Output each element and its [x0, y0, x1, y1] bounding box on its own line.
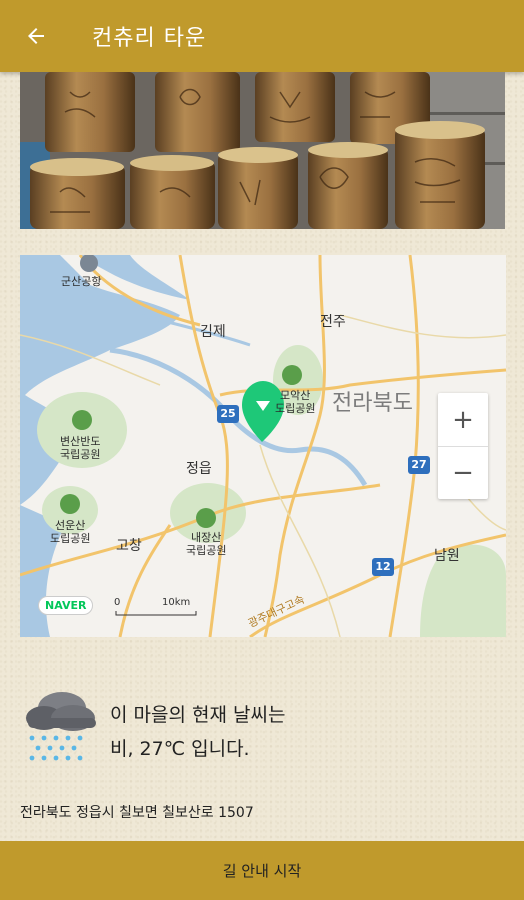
map-label-namwon: 남원 [434, 548, 460, 564]
map-label-jeonju: 전주 [320, 314, 346, 330]
back-button[interactable] [18, 18, 54, 54]
map-label-gochang: 고창 [116, 538, 142, 554]
map-label-jeongeup: 정읍 [186, 461, 212, 477]
map-label-moaksan: 모악산 도립공원 [275, 389, 316, 415]
road-shield-25: 25 [220, 407, 236, 420]
weather-description: 이 마을의 현재 날씨는 비, 27℃ 입니다. [110, 698, 285, 766]
naver-logo[interactable]: NAVER [38, 596, 94, 615]
weather-line-2: 비, 27℃ 입니다. [110, 738, 250, 760]
town-photo [20, 72, 505, 229]
map-scale: 0 10km [114, 597, 196, 609]
map-label-airport: 군산공항 [61, 275, 102, 288]
zoom-out-button[interactable]: − [438, 446, 488, 499]
arrow-left-icon [28, 28, 44, 44]
map-label-seonunsan: 선운산 도립공원 [50, 519, 91, 545]
zoom-control: + − [438, 393, 488, 499]
zoom-in-button[interactable]: + [438, 393, 488, 446]
map-view[interactable]: 군산공항 김제 전주 전라북도 모악산 도립공원 변산반도 국립공원 정읍 선운… [20, 255, 506, 637]
address-text: 전라북도 정읍시 칠보면 칠보산로 1507 [20, 805, 254, 821]
road-shield-12: 12 [375, 560, 391, 573]
road-shield-27: 27 [411, 458, 427, 471]
map-label-byeonsan: 변산반도 국립공원 [60, 435, 101, 461]
map-label-naejangsan: 내장산 국립공원 [186, 531, 227, 557]
rain-cloud-icon [18, 682, 100, 764]
app-bar: 컨츄리 타운 [0, 0, 524, 72]
map-label-gimje: 김제 [200, 324, 226, 340]
map-label-region: 전라북도 [332, 391, 413, 416]
page-title: 컨츄리 타운 [92, 26, 207, 51]
scale-end: 10km [162, 597, 191, 608]
zoom-divider [438, 446, 488, 447]
scale-start: 0 [114, 597, 121, 608]
start-navigation-button[interactable]: 길 안내 시작 [0, 841, 524, 900]
weather-line-1: 이 마을의 현재 날씨는 [110, 704, 286, 726]
